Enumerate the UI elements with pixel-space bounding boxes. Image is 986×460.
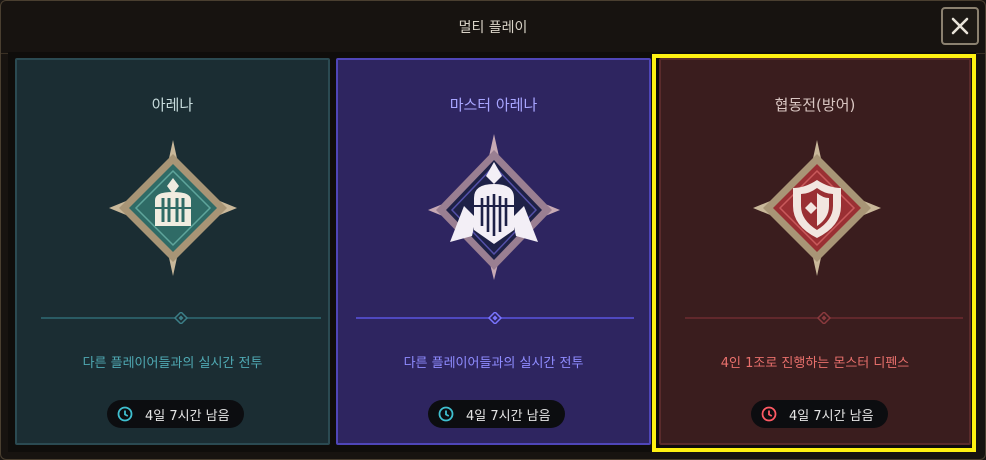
mode-card-master-arena[interactable]: 마스터 아레나 다른 플레이어들과의 실시간 전투 4일 7시간 남음 [336, 58, 651, 445]
close-icon [951, 17, 969, 35]
mode-card-coop-defense[interactable]: 협동전(방어) 4인 1조로 진행하는 몬스터 디펜스 4일 7시간 남음 [659, 58, 971, 445]
mode-title: 협동전(방어) [774, 96, 856, 114]
window-title: 멀티 플레이 [458, 20, 528, 36]
remaining-time-text: 4일 7시간 남음 [466, 408, 551, 424]
clock-icon [117, 406, 133, 422]
mode-description: 4인 1조로 진행하는 몬스터 디펜스 [720, 356, 910, 371]
mode-description: 다른 플레이어들과의 실시간 전투 [403, 356, 584, 371]
remaining-time-badge: 4일 7시간 남음 [428, 400, 565, 428]
remaining-time-text: 4일 7시간 남음 [789, 408, 874, 424]
title-bar: 멀티 플레이 [1, 1, 985, 54]
coop-shield-emblem-icon [753, 140, 881, 276]
mode-card-arena[interactable]: 아레나 다른 플레이어들과의 실시간 전투 4일 7시간 남음 [15, 58, 330, 445]
mode-title: 아레나 [151, 96, 194, 114]
master-arena-knight-emblem-icon [428, 134, 560, 280]
divider [685, 312, 963, 324]
mode-list: 아레나 다른 플레이어들과의 실시간 전투 4일 7시간 남음 마스터 아레나 … [8, 52, 976, 452]
remaining-time-text: 4일 7시간 남음 [145, 408, 230, 424]
mode-description: 다른 플레이어들과의 실시간 전투 [82, 356, 263, 371]
divider [41, 312, 321, 324]
clock-icon [438, 406, 454, 422]
remaining-time-badge: 4일 7시간 남음 [107, 400, 244, 428]
clock-icon [761, 406, 777, 422]
divider [356, 312, 634, 324]
arena-helmet-emblem-icon [109, 140, 237, 276]
remaining-time-badge: 4일 7시간 남음 [751, 400, 888, 428]
close-button[interactable] [941, 7, 979, 45]
mode-title: 마스터 아레나 [449, 96, 538, 114]
